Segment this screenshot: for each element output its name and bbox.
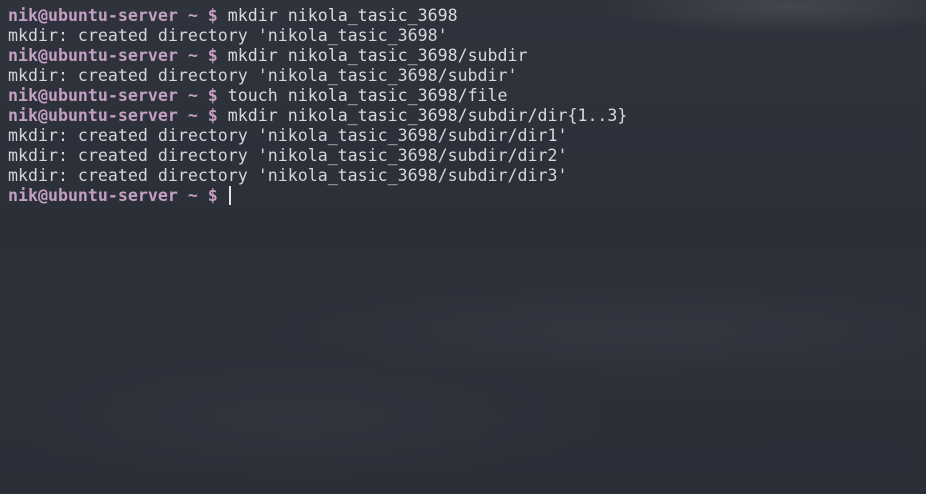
terminal-line-4: mkdir: created directory 'nikola_tasic_3… — [8, 66, 518, 85]
command-text: mkdir nikola_tasic_3698/subdir/dir{1..3} — [227, 106, 628, 125]
terminal-input-line[interactable]: nik@ubuntu-server ~ $ — [8, 186, 926, 206]
terminal-line-9: mkdir: created directory 'nikola_tasic_3… — [8, 166, 568, 185]
shell-prompt: nik@ubuntu-server ~ $ — [8, 6, 218, 25]
terminal-line-8: mkdir: created directory 'nikola_tasic_3… — [8, 146, 568, 165]
terminal-line-3: nik@ubuntu-server ~ $ mkdir nikola_tasic… — [8, 46, 926, 66]
terminal-line-6: nik@ubuntu-server ~ $ mkdir nikola_tasic… — [8, 106, 926, 126]
terminal-line-5: nik@ubuntu-server ~ $ touch nikola_tasic… — [8, 86, 926, 106]
terminal-line-2: mkdir: created directory 'nikola_tasic_3… — [8, 26, 448, 45]
command-text: touch nikola_tasic_3698/file — [227, 86, 508, 105]
text-cursor — [228, 186, 231, 205]
command-text: mkdir nikola_tasic_3698/subdir — [227, 46, 528, 65]
shell-prompt: nik@ubuntu-server ~ $ — [8, 106, 218, 125]
terminal-window[interactable]: nik@ubuntu-server ~ $ mkdir nikola_tasic… — [0, 0, 926, 494]
shell-prompt: nik@ubuntu-server ~ $ — [8, 186, 218, 205]
terminal-line-7: mkdir: created directory 'nikola_tasic_3… — [8, 126, 568, 145]
command-text: mkdir nikola_tasic_3698 — [227, 6, 458, 25]
shell-prompt: nik@ubuntu-server ~ $ — [8, 46, 218, 65]
terminal-line-1: nik@ubuntu-server ~ $ mkdir nikola_tasic… — [8, 6, 926, 26]
shell-prompt: nik@ubuntu-server ~ $ — [8, 86, 218, 105]
